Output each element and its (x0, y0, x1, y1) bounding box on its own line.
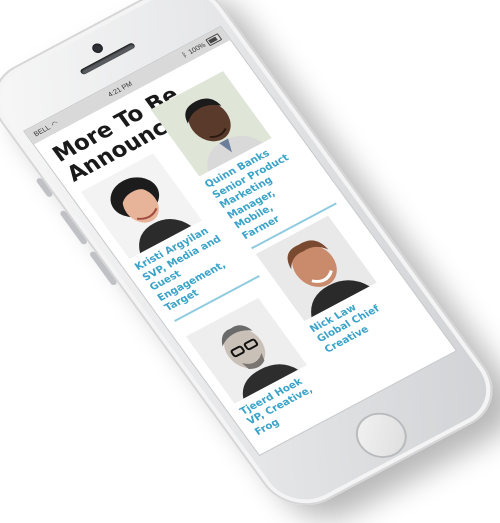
phone-screen: BELL ◠ 4:21 PM ᛒ 100% More To Be Announc… (24, 27, 456, 455)
volume-down-button (88, 250, 118, 287)
home-button (345, 404, 417, 467)
mute-switch (35, 177, 54, 198)
product-photo: BELL ◠ 4:21 PM ᛒ 100% More To Be Announc… (0, 0, 500, 521)
earpiece-speaker (79, 42, 136, 76)
volume-up-button (59, 209, 89, 246)
smartphone-device: BELL ◠ 4:21 PM ᛒ 100% More To Be Announc… (0, 0, 500, 521)
front-camera-icon (90, 41, 105, 55)
wifi-icon: ◠ (50, 120, 61, 129)
bluetooth-icon: ᛒ (180, 51, 189, 60)
